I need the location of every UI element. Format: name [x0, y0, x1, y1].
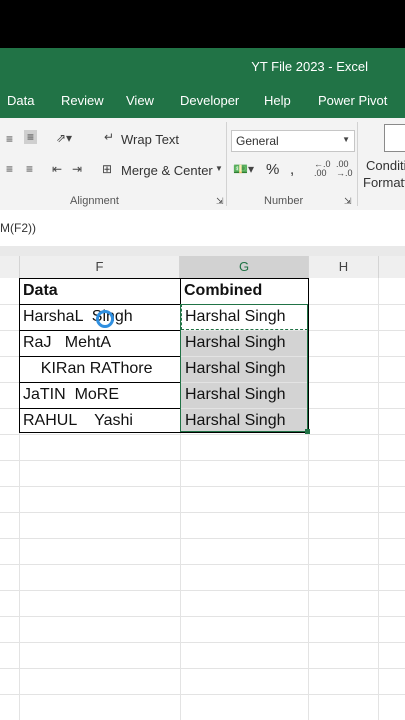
- cell-g6[interactable]: Harshal Singh: [185, 408, 307, 434]
- tab-help[interactable]: Help: [264, 93, 291, 108]
- ribbon-tabs: Data Review View Developer Help Power Pi…: [0, 84, 405, 118]
- comma-style-button[interactable]: ,: [290, 161, 294, 178]
- percent-style-button[interactable]: %: [266, 161, 279, 178]
- tab-review[interactable]: Review: [61, 93, 104, 108]
- screen-top-black-bar: [0, 0, 405, 48]
- column-header-f[interactable]: F: [20, 256, 180, 279]
- tab-power-pivot[interactable]: Power Pivot: [318, 93, 387, 108]
- column-header-g[interactable]: G: [180, 256, 309, 280]
- gridline: [0, 564, 405, 565]
- align-right-icon[interactable]: ≡: [6, 132, 13, 146]
- number-format-value: General: [236, 134, 279, 148]
- table-border: [19, 278, 20, 433]
- gridline: [0, 590, 405, 591]
- ribbon-separator: [357, 122, 358, 206]
- gridline: [0, 668, 405, 669]
- decrease-indent-icon[interactable]: ⇤: [52, 162, 62, 176]
- gridline: [0, 538, 405, 539]
- alignment-dialog-launcher-icon[interactable]: ⇲: [216, 196, 224, 207]
- cell-g1[interactable]: Combined: [184, 278, 306, 304]
- gridline: [0, 642, 405, 643]
- column-header-e[interactable]: [0, 256, 20, 279]
- merge-dropdown-icon[interactable]: ▼: [215, 164, 223, 173]
- wrap-text-button[interactable]: Wrap Text: [121, 132, 179, 147]
- number-dialog-launcher-icon[interactable]: ⇲: [344, 196, 352, 207]
- cell-f5[interactable]: JaTIN MoRE: [23, 382, 178, 408]
- gridline: [0, 616, 405, 617]
- wrap-text-icon: ↵: [104, 130, 115, 144]
- tab-data[interactable]: Data: [7, 93, 34, 108]
- merge-center-button[interactable]: Merge & Center: [121, 163, 213, 178]
- cell-f1[interactable]: Data: [23, 278, 178, 304]
- conditional-formatting-label-2[interactable]: Formatt: [363, 175, 405, 190]
- gridline: [0, 434, 405, 435]
- column-header-i[interactable]: [379, 256, 405, 279]
- gridline: [0, 486, 405, 487]
- gridline: [0, 694, 405, 695]
- cell-f4[interactable]: KIRan RAThore: [23, 356, 178, 382]
- gridline: [378, 278, 379, 720]
- formula-text: M(F2)): [0, 221, 36, 235]
- number-group-label: Number: [264, 195, 304, 207]
- alignment-group-label: Alignment: [70, 195, 119, 207]
- tab-developer[interactable]: Developer: [180, 93, 239, 108]
- touch-cursor-icon: [96, 310, 114, 328]
- title-bar: YT File 2023 - Excel: [0, 48, 405, 84]
- chevron-down-icon: ▼: [342, 135, 350, 144]
- column-header-h[interactable]: H: [309, 256, 379, 279]
- spreadsheet-grid[interactable]: Data Combined HarshaL Singh Harshal Sing…: [0, 278, 405, 720]
- table-border: [308, 278, 309, 433]
- merge-icon: ⊞: [102, 162, 113, 176]
- cell-g5[interactable]: Harshal Singh: [185, 382, 307, 408]
- increase-decimal-icon[interactable]: ←.0.00: [314, 160, 331, 178]
- decrease-decimal-icon[interactable]: .00 →.0: [336, 160, 353, 178]
- cell-g2[interactable]: Harshal Singh: [185, 304, 307, 330]
- orientation-icon[interactable]: ⇗▾: [56, 131, 72, 145]
- align-center-icon[interactable]: ≡: [26, 162, 33, 176]
- window-title: YT File 2023 - Excel: [251, 59, 368, 74]
- ribbon: ≡ ≡ ⇗▾ ↵ Wrap Text ≡ ≡ ⇤ ⇥ ⊞ Merge & Cen…: [0, 118, 405, 211]
- cell-f3[interactable]: RaJ MehtA: [23, 330, 178, 356]
- ribbon-separator: [226, 122, 227, 206]
- conditional-formatting-label-1[interactable]: Conditi: [366, 158, 405, 173]
- tab-view[interactable]: View: [126, 93, 154, 108]
- cell-g4[interactable]: Harshal Singh: [185, 356, 307, 382]
- cell-g3[interactable]: Harshal Singh: [185, 330, 307, 356]
- justify-icon[interactable]: ≡: [24, 130, 38, 144]
- align-left-icon[interactable]: ≡: [6, 162, 13, 176]
- gridline: [0, 460, 405, 461]
- cell-f6[interactable]: RAHUL Yashi: [23, 408, 178, 434]
- accounting-format-icon[interactable]: 💵▾: [233, 162, 254, 176]
- gridline: [0, 512, 405, 513]
- increase-indent-icon[interactable]: ⇥: [72, 162, 82, 176]
- conditional-formatting-icon[interactable]: [384, 124, 405, 152]
- formula-bar[interactable]: M(F2)): [0, 210, 405, 247]
- formula-bar-gap: [0, 246, 405, 256]
- number-format-select[interactable]: General ▼: [231, 130, 355, 152]
